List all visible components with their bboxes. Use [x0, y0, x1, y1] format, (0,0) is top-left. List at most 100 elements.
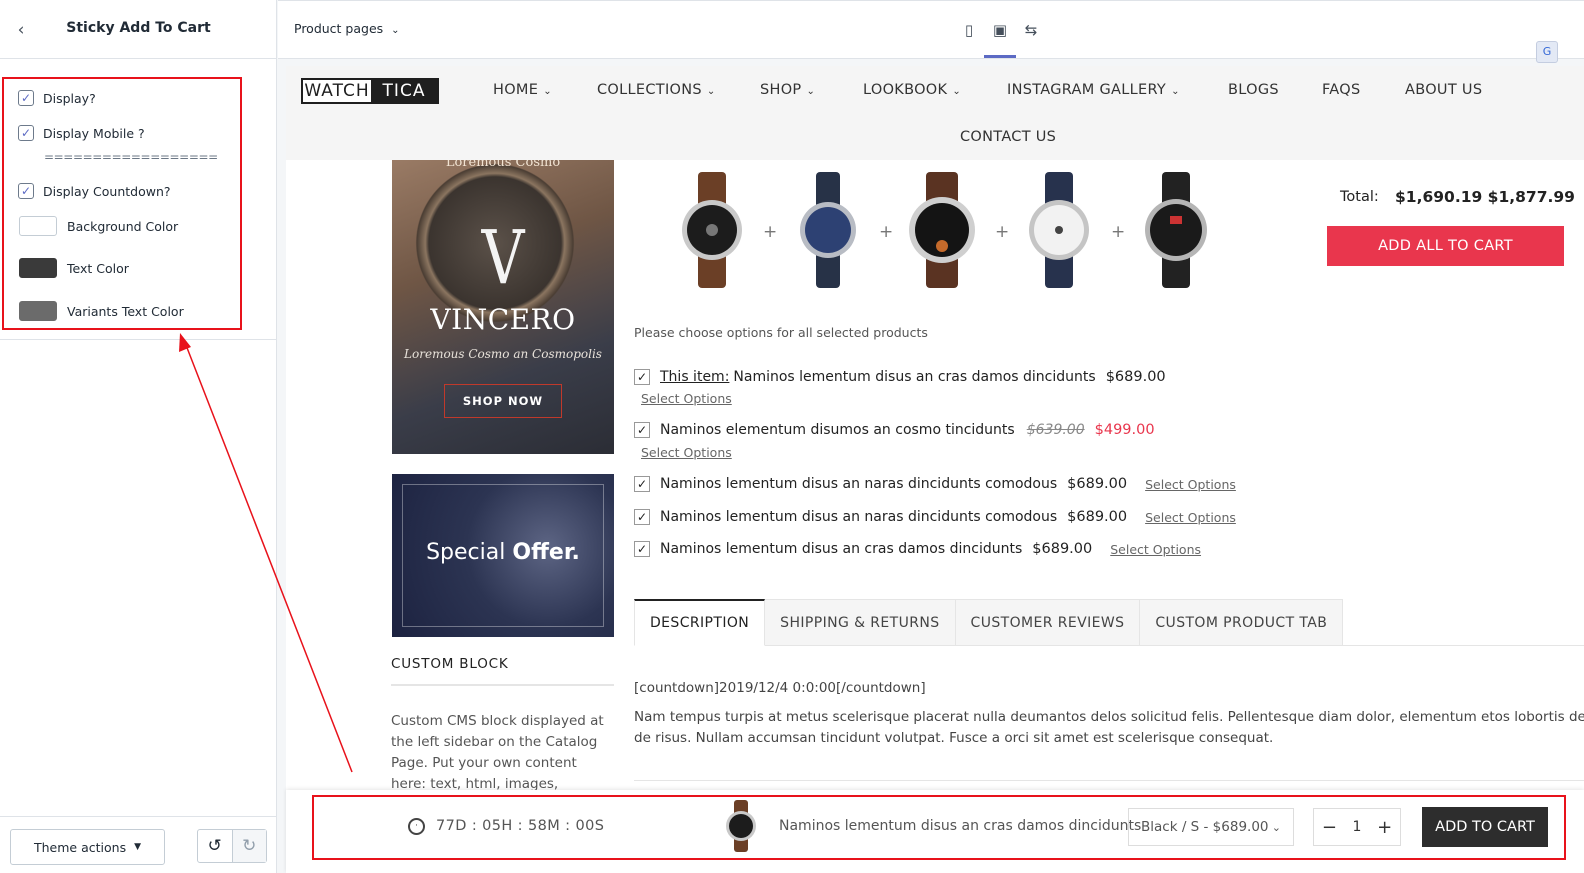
product-tabs: DESCRIPTION SHIPPING & RETURNS CUSTOMER …: [634, 599, 1344, 646]
nav-home[interactable]: HOME ⌄: [493, 82, 552, 98]
bundle-item-price: $689.00: [1067, 509, 1128, 525]
special-offer-banner[interactable]: Special Offer.: [392, 474, 614, 637]
select-options-link[interactable]: Select Options: [1145, 510, 1236, 525]
nav-collections-label: COLLECTIONS: [597, 82, 702, 98]
logo-text-right: TICA: [371, 80, 437, 102]
vincero-logo-mark: V: [481, 215, 525, 301]
sidebar-title: Sticky Add To Cart: [66, 20, 211, 36]
fullscreen-icon[interactable]: ⇆: [1020, 21, 1042, 39]
bundle-item-checkbox[interactable]: ✓: [634, 476, 650, 492]
banner-top-text: Loremous Cosmo: [445, 160, 561, 170]
this-item-label: This item:: [660, 369, 730, 385]
store-nav: [286, 66, 1584, 160]
bundle-plus: +: [995, 222, 1010, 242]
nav-shop-label: SHOP: [760, 82, 802, 98]
shop-now-button[interactable]: SHOP NOW: [444, 384, 562, 418]
mobile-icon[interactable]: ▯: [958, 21, 980, 39]
bundle-item-checkbox[interactable]: ✓: [634, 509, 650, 525]
caret-down-icon: ▼: [134, 842, 141, 852]
special-text: Special: [426, 540, 506, 565]
chevron-down-icon: ⌄: [706, 86, 716, 97]
editor-toolbar: Product pages ⌄ ▯ ▣ ⇆: [278, 0, 1584, 59]
settings-highlight-box: [2, 77, 242, 330]
back-icon[interactable]: ‹: [10, 18, 32, 42]
bundle-item-3: ✓ Naminos lementum disus an naras dincid…: [634, 473, 1236, 495]
active-device-indicator: [984, 55, 1016, 58]
nav-blogs[interactable]: BLOGS: [1228, 82, 1279, 98]
bundle-item-name[interactable]: Naminos lementum disus an cras damos din…: [660, 541, 1022, 557]
special-offer-text: Special Offer.: [392, 540, 614, 565]
description-line-2: de risus. Nullam accumsan tincidunt volu…: [634, 730, 1274, 746]
theme-actions-label: Theme actions: [34, 839, 127, 855]
page-select-dropdown[interactable]: Product pages ⌄: [294, 21, 400, 36]
banner-brand: VINCERO: [430, 303, 576, 336]
sticky-bar-highlight-box: [312, 795, 1566, 860]
bundle-plus: +: [879, 222, 894, 242]
undo-redo-group: ↺ ↻: [197, 829, 267, 863]
select-options-link[interactable]: Select Options: [1110, 542, 1201, 557]
bundle-plus: +: [1111, 222, 1126, 242]
add-all-to-cart-button[interactable]: ADD ALL TO CART: [1327, 226, 1564, 266]
nav-lookbook[interactable]: LOOKBOOK ⌄: [863, 82, 961, 98]
bundle-item-name[interactable]: Naminos lementum disus an cras damos din…: [733, 369, 1095, 385]
chevron-down-icon: ⌄: [543, 86, 552, 97]
bundle-total-value: $1,690.19 $1,877.99: [1395, 188, 1575, 206]
nav-about-us[interactable]: ABOUT US: [1405, 82, 1482, 98]
nav-instagram-gallery[interactable]: INSTAGRAM GALLERY ⌄: [1007, 82, 1180, 98]
nav-collections[interactable]: COLLECTIONS ⌄: [597, 82, 716, 98]
select-options-link[interactable]: Select Options: [641, 391, 732, 406]
tabs-divider: [766, 645, 1584, 646]
nav-shop[interactable]: SHOP ⌄: [760, 82, 815, 98]
bundle-item-checkbox[interactable]: ✓: [634, 422, 650, 438]
bundle-watch-4[interactable]: [1023, 172, 1095, 288]
bundle-note: Please choose options for all selected p…: [634, 325, 928, 340]
select-options-link[interactable]: Select Options: [641, 445, 732, 460]
bundle-item-1: ✓ This item: Naminos lementum disus an c…: [634, 366, 1166, 388]
desktop-icon[interactable]: ▣: [989, 21, 1011, 39]
countdown-shortcode: [countdown]2019/12/4 0:0:00[/countdown]: [634, 680, 926, 696]
tab-custom-product[interactable]: CUSTOM PRODUCT TAB: [1140, 599, 1344, 646]
bundle-watch-1[interactable]: [676, 172, 748, 288]
tab-customer-reviews[interactable]: CUSTOMER REVIEWS: [955, 599, 1141, 646]
nav-lookbook-label: LOOKBOOK: [863, 82, 948, 98]
chevron-down-icon: ⌄: [391, 25, 400, 36]
bundle-watch-5[interactable]: [1140, 172, 1212, 288]
chevron-down-icon: ⌄: [806, 86, 816, 97]
bundle-item-checkbox[interactable]: ✓: [634, 541, 650, 557]
custom-block-title: CUSTOM BLOCK: [391, 656, 509, 672]
description-divider: [634, 780, 1584, 790]
custom-block-divider: [391, 684, 614, 686]
nav-home-label: HOME: [493, 82, 539, 98]
nav-faqs[interactable]: FAQS: [1322, 82, 1361, 98]
page-select-label: Product pages: [294, 21, 384, 36]
bundle-item-5: ✓ Naminos lementum disus an cras damos d…: [634, 538, 1201, 560]
select-options-link[interactable]: Select Options: [1145, 477, 1236, 492]
theme-actions-button[interactable]: Theme actions ▼: [10, 829, 165, 865]
bundle-item-sale-price: $499.00: [1094, 422, 1155, 438]
tab-description[interactable]: DESCRIPTION: [634, 599, 766, 646]
bundle-item-price: $689.00: [1032, 541, 1093, 557]
offer-text: Offer.: [512, 540, 580, 565]
chevron-down-icon: ⌄: [952, 86, 962, 97]
bundle-item-name[interactable]: Naminos lementum disus an naras dincidun…: [660, 476, 1057, 492]
bundle-item-old-price: $639.00: [1026, 422, 1085, 438]
bundle-watch-3[interactable]: [906, 172, 978, 288]
bundle-item-name[interactable]: Naminos lementum disus an naras dincidun…: [660, 509, 1057, 525]
bundle-item-4: ✓ Naminos lementum disus an naras dincid…: [634, 506, 1236, 528]
undo-icon[interactable]: ↺: [198, 830, 232, 862]
bundle-item-checkbox[interactable]: ✓: [634, 369, 650, 385]
store-logo[interactable]: WATCH TICA: [301, 78, 439, 104]
nav-contact-us[interactable]: CONTACT US: [960, 129, 1056, 145]
vincero-banner[interactable]: Loremous Cosmo V VINCERO Loremous Cosmo …: [392, 160, 614, 454]
bundle-watch-2[interactable]: [792, 172, 864, 288]
tab-shipping-returns[interactable]: SHIPPING & RETURNS: [765, 599, 956, 646]
translate-icon[interactable]: G: [1536, 41, 1558, 63]
bundle-item-price: $689.00: [1105, 369, 1166, 385]
redo-icon[interactable]: ↻: [231, 830, 266, 862]
bundle-item-name[interactable]: Naminos elementum disumos an cosmo tinci…: [660, 422, 1015, 438]
bundle-total-label: Total:: [1340, 189, 1379, 205]
chevron-down-icon: ⌄: [1171, 86, 1180, 97]
sidebar-header: ‹ Sticky Add To Cart: [0, 0, 277, 59]
banner-subtitle: Loremous Cosmo an Cosmopolis: [404, 347, 602, 361]
nav-instagram-label: INSTAGRAM GALLERY: [1007, 82, 1167, 98]
